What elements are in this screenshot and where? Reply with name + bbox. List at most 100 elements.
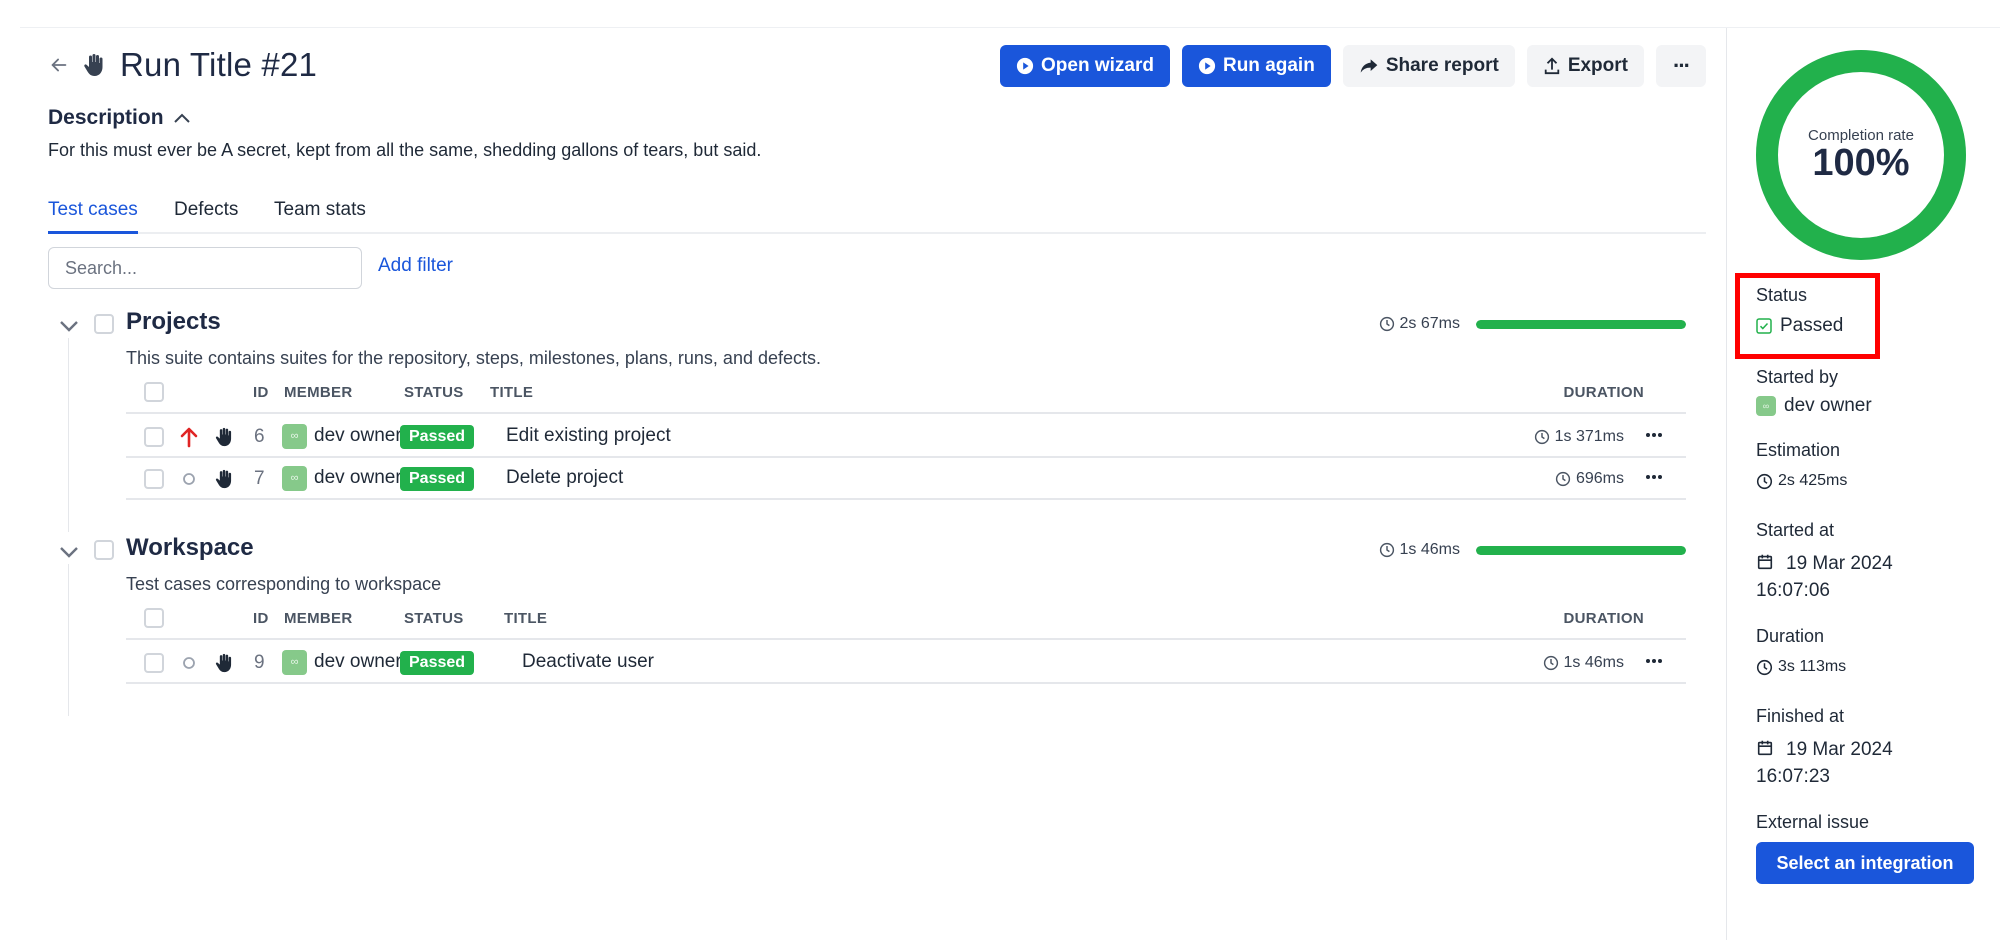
row-title[interactable]: Delete project	[506, 467, 623, 489]
manual-hand-icon	[215, 653, 232, 673]
row-duration-value: 1s 46ms	[1563, 654, 1624, 671]
column-title: TITLE	[490, 384, 534, 401]
status-badge: Passed	[400, 651, 475, 675]
upload-icon	[1544, 57, 1560, 75]
check-square-icon	[1756, 318, 1772, 334]
started-at-date: 19 Mar 2024	[1786, 553, 1893, 574]
arrow-up-priority-icon	[180, 427, 198, 448]
suite-description: Test cases corresponding to workspace	[126, 574, 442, 594]
row-member: dev owner	[314, 467, 402, 488]
run-again-label: Run again	[1222, 55, 1315, 76]
ellipsis-icon	[1646, 659, 1662, 663]
column-duration: DURATION	[1563, 384, 1644, 401]
tab-team-stats[interactable]: Team stats	[274, 194, 366, 226]
suite-workspace: Workspace 1s 46ms Test cases correspondi…	[48, 530, 1688, 730]
suite-progress-fill	[1476, 546, 1686, 555]
table-header: ID MEMBER STATUS TITLE DURATION	[126, 374, 1686, 414]
row-checkbox[interactable]	[144, 427, 164, 447]
row-duration-value: 1s 371ms	[1554, 428, 1624, 445]
run-main-panel: Run Title #21 Open wizard Run again Shar…	[48, 28, 1706, 928]
external-issue-label: External issue	[1756, 812, 1870, 832]
suite-description: This suite contains suites for the repos…	[126, 348, 822, 368]
select-all-checkbox[interactable]	[144, 382, 164, 402]
status-value-text: Passed	[1780, 315, 1844, 336]
add-filter-link[interactable]: Add filter	[378, 255, 453, 277]
more-actions-button[interactable]: ···	[1656, 45, 1706, 87]
open-wizard-button[interactable]: Open wizard	[1000, 45, 1170, 87]
clock-icon	[1379, 542, 1394, 558]
row-id: 9	[254, 652, 265, 673]
suite-duration-value: 2s 67ms	[1399, 315, 1460, 332]
chevron-up-icon	[173, 113, 190, 123]
row-duration: 1s 371ms	[1534, 428, 1624, 446]
suite-checkbox[interactable]	[94, 540, 114, 560]
status-badge: Passed	[400, 467, 475, 491]
description-heading-label: Description	[48, 106, 164, 129]
page-title: Run Title #21	[120, 46, 318, 83]
export-button[interactable]: Export	[1526, 45, 1644, 87]
row-member: dev owner	[314, 425, 402, 446]
manual-hand-icon	[84, 54, 103, 76]
sidebar-divider	[1726, 28, 1727, 940]
row-more-button[interactable]	[1640, 463, 1668, 491]
suite-tree-line	[68, 564, 69, 716]
duration-value: 3s 113ms	[1756, 658, 1846, 676]
table-row[interactable]: 7 ∞ dev owner Passed Delete project 696m…	[126, 458, 1686, 500]
clock-icon	[1555, 471, 1571, 487]
share-report-button[interactable]: Share report	[1342, 45, 1515, 87]
row-member: dev owner	[314, 651, 402, 672]
table-header: ID MEMBER STATUS TITLE DURATION	[126, 600, 1686, 640]
row-checkbox[interactable]	[144, 653, 164, 673]
ellipsis-icon	[1646, 433, 1662, 437]
tabs: Test cases Defects Team stats	[48, 194, 1706, 234]
clock-icon	[1534, 429, 1549, 445]
avatar: ∞	[282, 650, 307, 675]
row-more-button[interactable]	[1640, 421, 1668, 449]
column-status: STATUS	[404, 610, 464, 627]
column-member: MEMBER	[284, 610, 353, 627]
table-row[interactable]: 9 ∞ dev owner Passed Deactivate user 1s …	[126, 642, 1686, 684]
run-header: Run Title #21 Open wizard Run again Shar…	[48, 44, 1706, 96]
suite-duration-value: 1s 46ms	[1399, 541, 1460, 558]
tab-defects[interactable]: Defects	[174, 194, 238, 226]
table-row[interactable]: 6 ∞ dev owner Passed Edit existing proje…	[126, 416, 1686, 458]
tab-test-cases[interactable]: Test cases	[48, 194, 138, 234]
search-input[interactable]	[48, 247, 362, 289]
description-heading[interactable]: Description	[48, 106, 192, 130]
ellipsis-icon	[1646, 475, 1662, 479]
suite-progress-bar	[1476, 546, 1686, 555]
run-again-button[interactable]: Run again	[1181, 45, 1331, 87]
status-value: Passed	[1756, 315, 1843, 337]
row-id: 7	[254, 468, 265, 489]
row-title[interactable]: Edit existing project	[506, 425, 671, 447]
run-details-sidebar: Completion rate 100% Status Passed Start…	[1735, 28, 1976, 928]
suite-checkbox[interactable]	[94, 314, 114, 334]
row-checkbox[interactable]	[144, 469, 164, 489]
finished-at-label: Finished at	[1756, 706, 1845, 726]
arrow-left-icon[interactable]	[48, 54, 70, 76]
chevron-down-icon[interactable]	[58, 544, 80, 560]
clock-icon	[1756, 659, 1773, 675]
export-label: Export	[1567, 55, 1628, 76]
suite-title: Workspace	[126, 534, 254, 561]
estimation-value-text: 2s 425ms	[1778, 472, 1848, 489]
row-title[interactable]: Deactivate user	[522, 651, 654, 673]
estimation-label: Estimation	[1756, 440, 1841, 460]
play-circle-icon	[1016, 57, 1034, 75]
column-title: TITLE	[504, 610, 548, 627]
row-more-button[interactable]	[1640, 647, 1668, 675]
share-arrow-icon	[1360, 59, 1378, 73]
clock-icon	[1543, 655, 1558, 671]
select-all-checkbox[interactable]	[144, 608, 164, 628]
share-report-label: Share report	[1385, 55, 1499, 76]
chevron-down-icon[interactable]	[58, 318, 80, 334]
suite-duration: 2s 67ms	[1379, 315, 1460, 333]
calendar-icon	[1757, 554, 1773, 570]
column-status: STATUS	[404, 384, 464, 401]
select-integration-button[interactable]: Select an integration	[1756, 842, 1974, 884]
row-duration: 696ms	[1555, 470, 1624, 488]
started-at-time: 16:07:06	[1756, 580, 1830, 601]
status-label: Status	[1756, 285, 1808, 305]
suite-projects: Projects 2s 67ms This suite contains sui…	[48, 304, 1688, 544]
started-by-name: dev owner	[1784, 395, 1872, 416]
